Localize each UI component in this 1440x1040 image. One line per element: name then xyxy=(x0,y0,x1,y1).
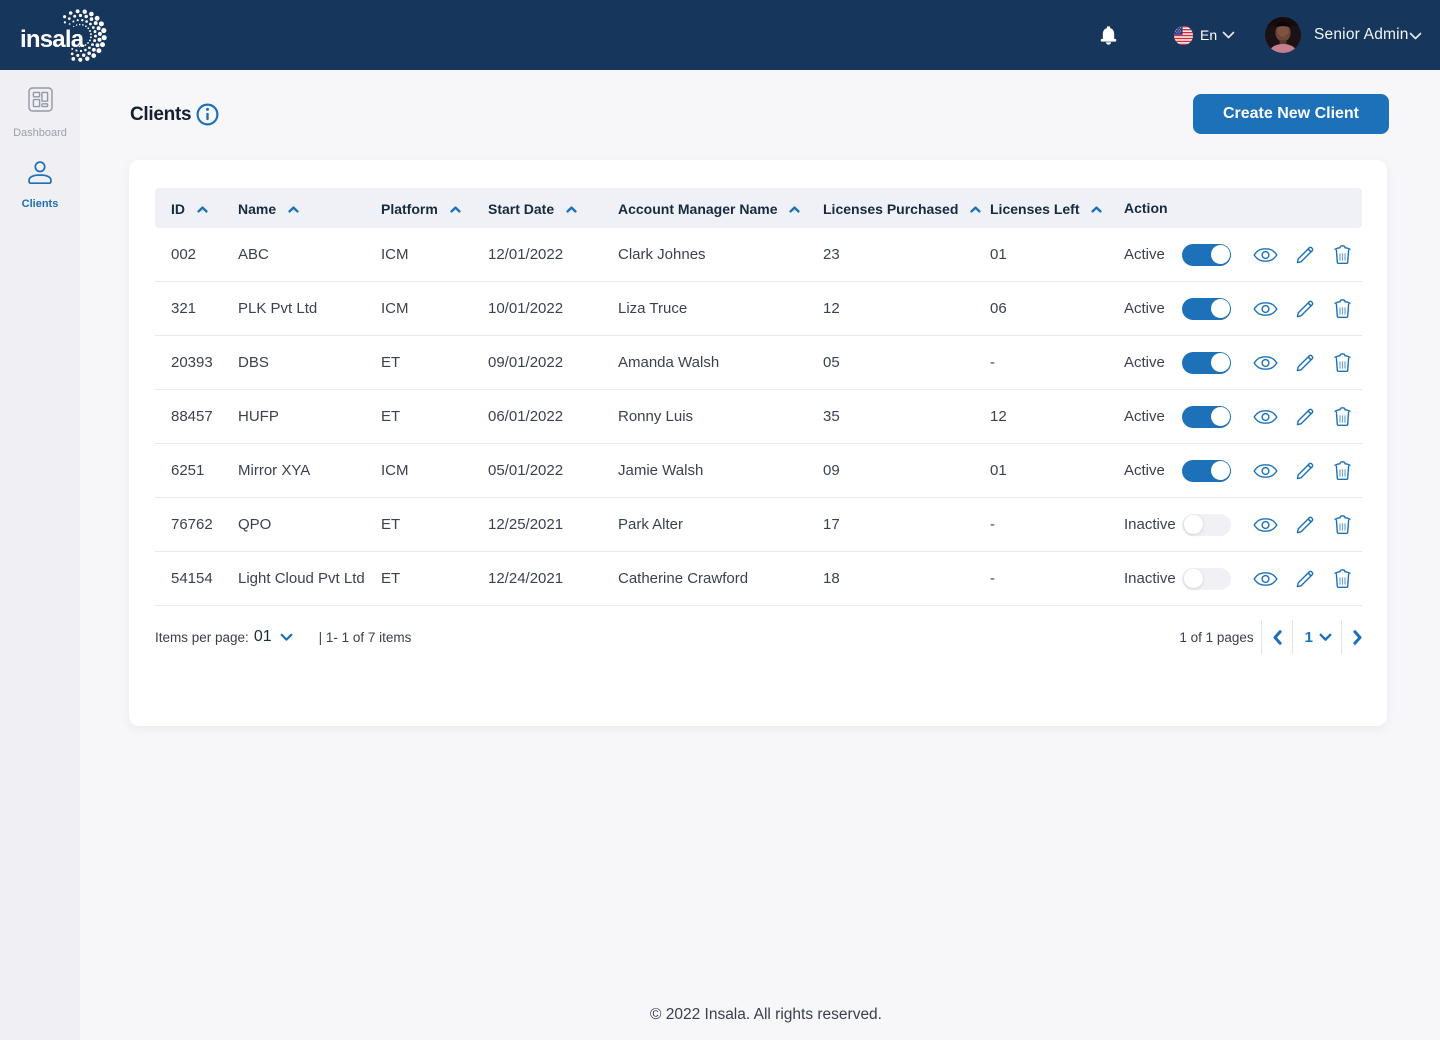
svg-text:insala: insala xyxy=(20,26,85,53)
